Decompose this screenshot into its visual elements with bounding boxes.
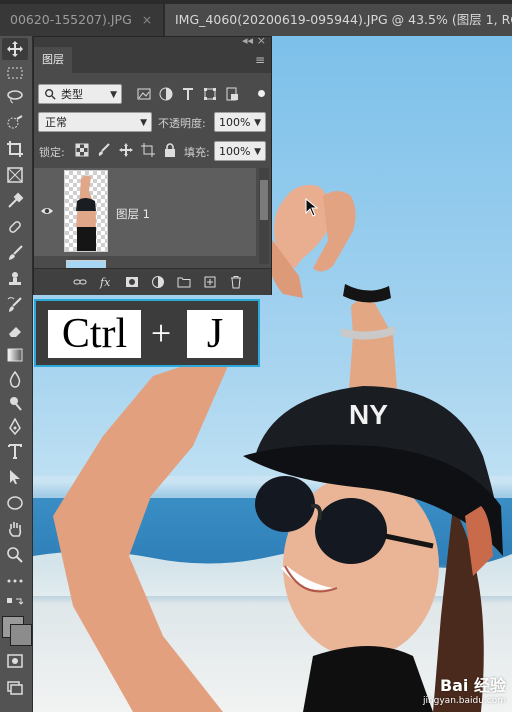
brush-tool-icon[interactable] — [2, 242, 28, 264]
scrollbar-thumb[interactable] — [260, 180, 268, 220]
lock-row: 锁定: 填充: 100% ▼ — [34, 138, 271, 164]
close-panel-icon[interactable]: × — [257, 34, 266, 47]
layers-panel: ◂◂ × 图层 ≡ 类型 ▼ 正常 ▼ 不透明度: 100% ▼ 锁定: 填充:… — [33, 34, 272, 295]
panel-tab-row: 图层 ≡ — [34, 47, 271, 73]
watermark-logo-text: Bai 经验 — [439, 676, 506, 695]
pen-tool-icon[interactable] — [2, 416, 28, 438]
document-tab-1[interactable]: 00620-155207).JPG × — [0, 4, 163, 36]
key-plus: + — [150, 313, 172, 353]
blend-mode-select[interactable]: 正常 ▼ — [38, 112, 152, 132]
blend-row: 正常 ▼ 不透明度: 100% ▼ — [34, 109, 271, 135]
link-layers-icon[interactable] — [72, 274, 88, 290]
blur-tool-icon[interactable] — [2, 368, 28, 390]
background-color-swatch[interactable] — [10, 624, 32, 646]
fill-label: 填充: — [184, 146, 210, 159]
dodge-tool-icon[interactable] — [2, 392, 28, 414]
filter-shape-icon[interactable] — [202, 86, 218, 102]
type-tool-icon[interactable] — [2, 440, 28, 462]
tab-close-icon[interactable]: × — [142, 12, 152, 27]
hand-tool-icon[interactable] — [2, 518, 28, 540]
filter-type-select[interactable]: 类型 ▼ — [38, 84, 122, 104]
baidu-jingyan-watermark: Bai 经验 jingyan.baidu.com — [423, 672, 506, 706]
layer-thumbnail-image — [76, 175, 96, 251]
fill-value: 100% — [219, 145, 251, 158]
new-group-folder-icon[interactable] — [176, 274, 192, 290]
filter-toggle[interactable] — [258, 90, 265, 97]
lock-artboard-icon[interactable] — [140, 142, 156, 158]
frame-tool-icon[interactable] — [2, 164, 28, 186]
swap-colors-icon[interactable] — [2, 594, 28, 616]
keyboard-shortcut-banner: Ctrl + J — [34, 299, 260, 367]
delete-layer-trash-icon[interactable] — [228, 274, 244, 290]
filter-type-icon[interactable] — [180, 86, 196, 102]
layer-thumbnail[interactable] — [64, 170, 108, 252]
mouse-cursor-icon — [305, 198, 319, 217]
document-tab-2[interactable]: IMG_4060(20200619-095944).JPG @ 43.5% (图… — [165, 4, 512, 36]
panel-footer: fx — [34, 268, 271, 295]
quick-mask-icon[interactable] — [2, 650, 28, 672]
svg-text:fx: fx — [99, 276, 111, 289]
ellipse-tool-icon[interactable] — [2, 492, 28, 514]
tab-label: IMG_4060(20200619-095944).JPG @ 43.5% (图… — [175, 12, 512, 27]
quick-selection-tool-icon[interactable] — [2, 112, 28, 134]
healing-brush-tool-icon[interactable] — [2, 216, 28, 238]
lock-transparent-pixels-icon[interactable] — [74, 142, 90, 158]
path-selection-tool-icon[interactable] — [2, 466, 28, 488]
crop-tool-icon[interactable] — [2, 138, 28, 160]
filter-adjustment-icon[interactable] — [158, 86, 174, 102]
move-tool-icon[interactable] — [2, 38, 28, 60]
panel-header: ◂◂ × — [34, 34, 271, 47]
layer-name[interactable]: 图层 1 — [116, 206, 150, 222]
panel-menu-icon[interactable]: ≡ — [255, 53, 265, 67]
chevron-down-icon: ▼ — [254, 147, 261, 157]
document-tab-bar: 00620-155207).JPG × IMG_4060(20200619-095… — [0, 0, 512, 37]
adjustment-layer-icon[interactable] — [150, 274, 166, 290]
lock-position-icon[interactable] — [118, 142, 134, 158]
lock-label: 锁定: — [39, 146, 65, 159]
history-brush-tool-icon[interactable] — [2, 294, 28, 316]
eye-icon[interactable] — [40, 205, 54, 217]
chevron-down-icon: ▼ — [254, 118, 261, 128]
screen-mode-icon[interactable] — [2, 676, 28, 698]
chevron-down-icon: ▼ — [110, 90, 117, 100]
opacity-label: 不透明度: — [158, 117, 206, 130]
zoom-tool-icon[interactable] — [2, 544, 28, 566]
tab-layers[interactable]: 图层 — [34, 47, 72, 73]
layers-scrollbar[interactable] — [259, 168, 269, 264]
key-j: J — [187, 310, 243, 358]
marquee-tool-icon[interactable] — [2, 62, 28, 84]
chevron-down-icon: ▼ — [140, 118, 147, 128]
collapse-panel-icon[interactable]: ◂◂ — [242, 34, 253, 47]
watermark-url: jingyan.baidu.com — [422, 696, 506, 706]
more-tools-icon[interactable] — [2, 570, 28, 592]
key-ctrl: Ctrl — [48, 310, 141, 358]
blend-mode-value: 正常 — [45, 116, 67, 129]
lock-image-pixels-icon[interactable] — [96, 142, 112, 158]
lock-all-icon[interactable] — [162, 142, 178, 158]
tab-label: 00620-155207).JPG — [10, 12, 132, 27]
filter-smart-object-icon[interactable] — [224, 86, 240, 102]
gradient-tool-icon[interactable] — [2, 344, 28, 366]
opacity-field[interactable]: 100% ▼ — [214, 112, 266, 132]
opacity-value: 100% — [219, 116, 251, 129]
clone-stamp-tool-icon[interactable] — [2, 268, 28, 290]
filter-row: 类型 ▼ — [34, 82, 271, 108]
fill-field[interactable]: 100% ▼ — [214, 141, 266, 161]
filter-pixel-icon[interactable] — [136, 86, 152, 102]
svg-text:NY: NY — [349, 399, 388, 430]
new-layer-icon[interactable] — [202, 274, 218, 290]
lasso-tool-icon[interactable] — [2, 86, 28, 108]
layer-style-fx-icon[interactable]: fx — [98, 274, 114, 290]
eraser-tool-icon[interactable] — [2, 320, 28, 342]
layer-row[interactable]: 图层 1 — [34, 168, 256, 256]
search-icon — [45, 89, 56, 100]
filter-type-value: 类型 — [61, 88, 83, 101]
add-mask-icon[interactable] — [124, 274, 140, 290]
tools-toolbar — [0, 36, 33, 712]
eyedropper-tool-icon[interactable] — [2, 190, 28, 212]
